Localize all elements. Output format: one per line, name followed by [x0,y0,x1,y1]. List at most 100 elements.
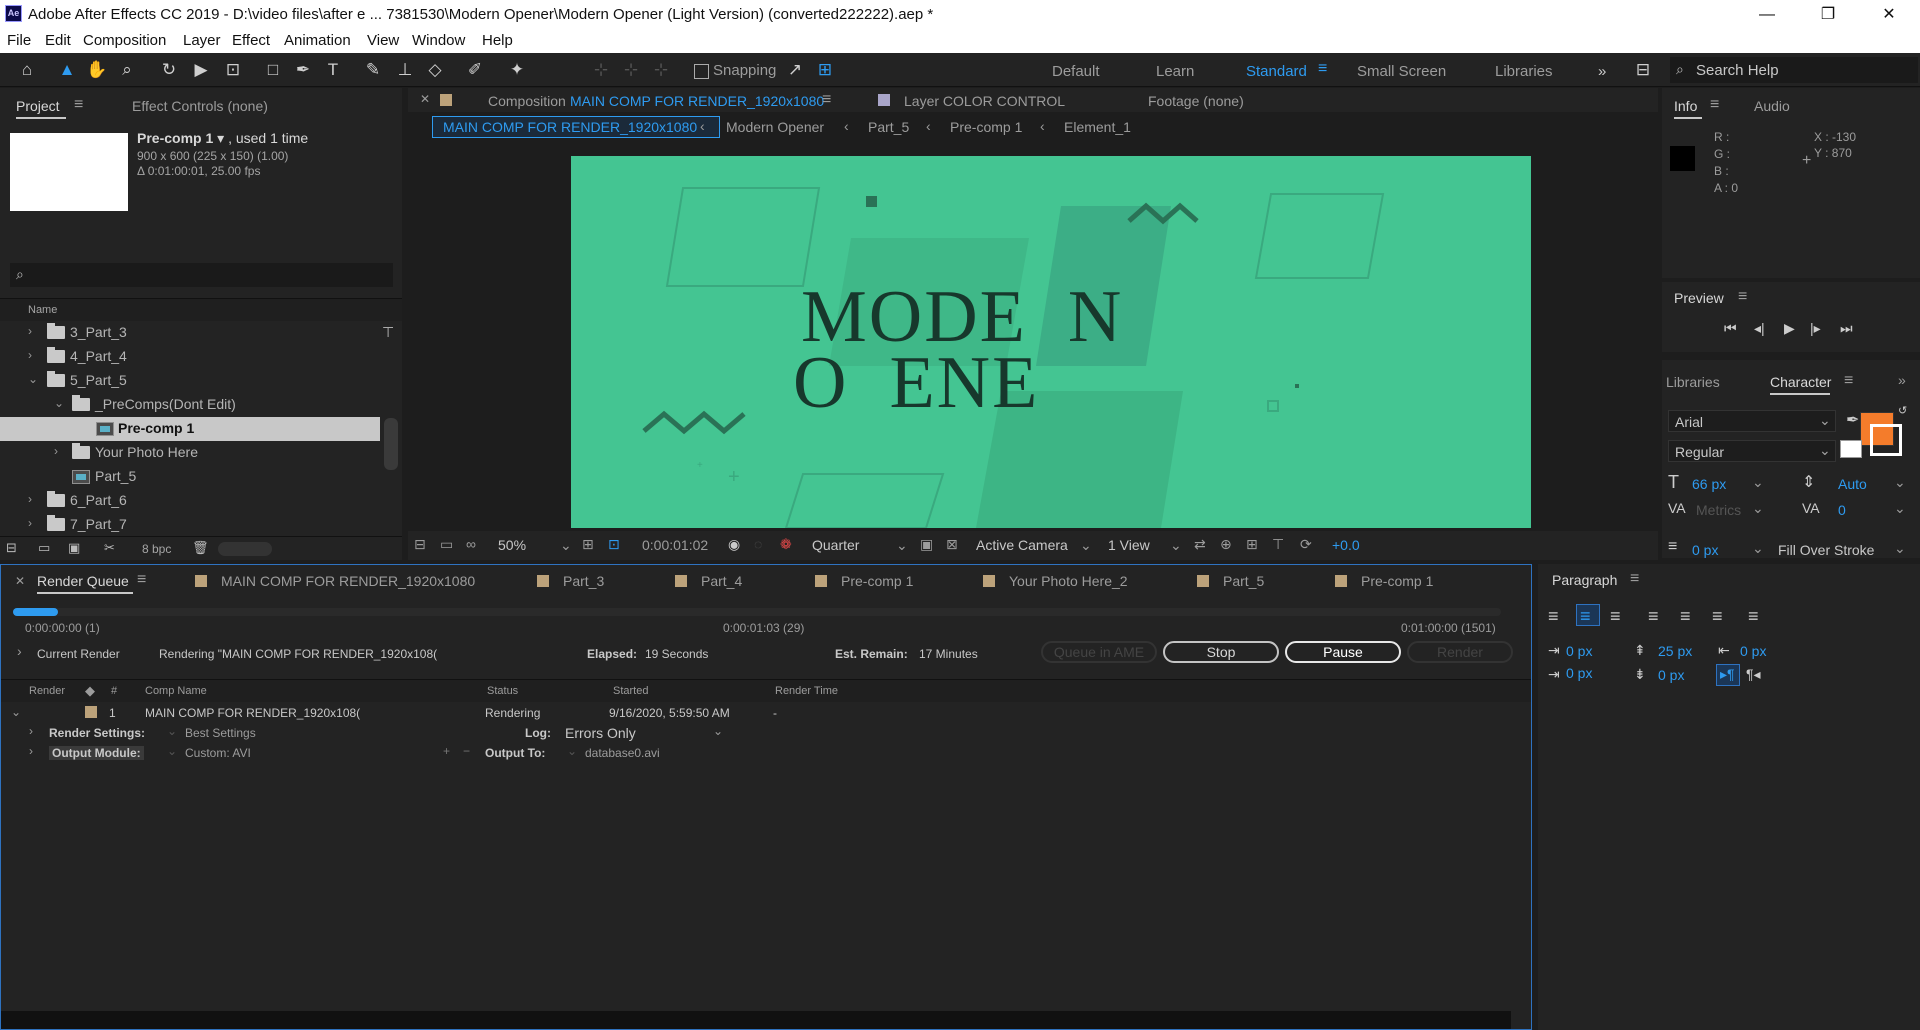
info-menu-icon[interactable]: ≡ [1710,96,1719,114]
paragraph-menu-icon[interactable]: ≡ [1630,570,1639,588]
swap-colors-icon[interactable]: ↺ [1898,404,1907,417]
menu-animation[interactable]: Animation [284,32,351,49]
minimize-button[interactable]: — [1744,0,1790,29]
timecode[interactable]: 0:00:01:02 [642,537,708,553]
chevron-right-icon[interactable]: › [17,643,22,659]
reset-exposure-icon[interactable]: ⟳ [1300,536,1312,553]
menu-file[interactable]: File [7,32,31,49]
add-output-module-icon[interactable]: + [443,744,450,758]
item-dropdown-icon[interactable]: ▾ [217,130,224,146]
interpret-footage-icon[interactable]: ⊟ [6,540,17,556]
bpc-label[interactable]: 8 bpc [142,542,171,556]
next-frame-icon[interactable]: |▸ [1810,320,1821,337]
puppet-pin-tool-icon[interactable]: ✦ [506,59,528,81]
menu-window[interactable]: Window [412,32,465,49]
menu-effect[interactable]: Effect [232,32,270,49]
chevron-down-icon[interactable]: ⌄ [167,744,177,758]
comp-menu-icon[interactable]: ≡ [822,91,831,109]
camera-tool-icon[interactable]: ▶ [190,59,212,81]
space-after-value[interactable]: 0 px [1658,667,1684,683]
chevron-right-icon[interactable]: › [28,516,32,530]
menu-layer[interactable]: Layer [183,32,221,49]
tab-composition-name[interactable]: MAIN COMP FOR RENDER_1920x1080 [570,93,824,109]
tab-character[interactable]: Character [1770,374,1831,390]
fast-previews-icon[interactable]: ▣ [920,536,933,553]
justify-all-icon[interactable]: ≡ [1748,606,1759,627]
pan-behind-tool-icon[interactable]: ⊡ [222,59,244,81]
chevron-right-icon[interactable]: › [28,492,32,506]
chevron-down-icon[interactable]: ⌄ [713,724,723,738]
tab-layer[interactable]: Layer COLOR CONTROL [904,93,1065,109]
tab-effect-controls[interactable]: Effect Controls (none) [132,98,268,114]
no-fill-swatch[interactable] [1840,440,1862,458]
column-status[interactable]: Status [487,685,518,697]
column-render[interactable]: Render [29,685,65,697]
table-row[interactable]: ⌄ 1 MAIN COMP FOR RENDER_1920x108( Rende… [1,703,1531,723]
play-icon[interactable]: ▶ [1784,320,1795,337]
queue-in-ame-button[interactable]: Queue in AME [1041,641,1157,663]
flowchart-icon[interactable]: ⊤ [1272,536,1284,553]
roto-brush-tool-icon[interactable]: ✐ [464,59,486,81]
chevron-down-icon[interactable]: ⌄ [567,744,577,758]
list-item[interactable]: › 7_Part_7 [0,513,380,537]
clone-stamp-tool-icon[interactable]: ⊥ [394,59,416,81]
tab-audio[interactable]: Audio [1754,98,1790,114]
home-icon[interactable]: ⌂ [16,59,38,81]
previous-frame-icon[interactable]: ◂| [1754,320,1765,337]
tab-footage[interactable]: Footage (none) [1148,93,1244,109]
tab-composition-prefix[interactable]: Composition [488,93,566,109]
chevron-down-icon[interactable]: ⌄ [28,372,38,386]
list-item[interactable]: › 6_Part_6 [0,489,380,513]
character-menu-icon[interactable]: ≡ [1844,372,1853,390]
justify-center-icon[interactable]: ≡ [1680,606,1691,627]
justify-left-icon[interactable]: ≡ [1648,606,1659,627]
stroke-color-swatch[interactable] [1870,424,1902,456]
search-help-field[interactable]: ⌕ Search Help [1670,57,1918,83]
render-queue-menu-icon[interactable]: ≡ [137,571,146,589]
workspace-menu-icon[interactable]: ≡ [1318,60,1327,78]
timeline-icon[interactable]: ⊞ [1246,536,1258,553]
new-folder-icon[interactable]: ▭ [38,540,50,556]
stroke-width-value[interactable]: 0 px [1692,542,1718,558]
world-axis-icon[interactable]: ⊹ [620,59,642,81]
more-panels-icon[interactable]: » [1898,372,1906,388]
log-select[interactable]: Errors Only [565,725,636,741]
scrollbar[interactable] [384,418,398,470]
workspace-default[interactable]: Default [1052,63,1100,80]
chevron-down-icon[interactable]: ⌄ [1894,540,1906,557]
pause-button[interactable]: Pause [1285,641,1401,663]
menu-view[interactable]: View [367,32,399,49]
thumbnail-slider[interactable] [218,542,272,556]
type-tool-icon[interactable]: T [322,59,344,81]
breadcrumb-item[interactable]: Element_1 [1064,119,1131,135]
list-item[interactable]: ⌄ 5_Part_5 [0,369,380,393]
indent-left-value[interactable]: 0 px [1566,643,1592,659]
brush-tool-icon[interactable]: ✎ [362,59,384,81]
column-started[interactable]: Started [613,685,648,697]
preview-menu-icon[interactable]: ≡ [1738,288,1747,306]
column-comp-name[interactable]: Comp Name [145,685,207,697]
close-button[interactable]: ✕ [1866,0,1912,29]
chevron-right-icon[interactable]: › [28,348,32,362]
timeline-tab[interactable]: Part_5 [1223,573,1264,589]
chevron-down-icon[interactable]: ⌄ [1752,474,1764,491]
chevron-right-icon[interactable]: › [28,324,32,338]
close-tab-icon[interactable]: ✕ [420,92,430,106]
column-render-time[interactable]: Render Time [775,685,838,697]
stop-button[interactable]: Stop [1163,641,1279,663]
snapshot-camera-icon[interactable]: ◉ [728,536,740,553]
snap-features-icon[interactable]: ⊞ [814,59,836,81]
timeline-tab[interactable]: Your Photo Here_2 [1009,573,1128,589]
workspace-libraries[interactable]: Libraries [1495,63,1553,80]
chevron-down-icon[interactable]: ⌄ [560,537,572,554]
remove-output-module-icon[interactable]: − [463,744,470,758]
menu-edit[interactable]: Edit [45,32,71,49]
exposure-value[interactable]: +0.0 [1332,537,1360,553]
region-of-interest-icon[interactable]: ⊞ [582,536,594,553]
fast-draft-icon[interactable]: ⊕ [1220,536,1232,553]
justify-right-icon[interactable]: ≡ [1712,606,1723,627]
font-family-select[interactable]: Arial ⌄ [1668,410,1836,432]
space-before-value[interactable]: 25 px [1658,643,1692,659]
workspace-standard[interactable]: Standard [1246,63,1307,80]
always-preview-icon[interactable]: ⊟ [414,536,426,553]
